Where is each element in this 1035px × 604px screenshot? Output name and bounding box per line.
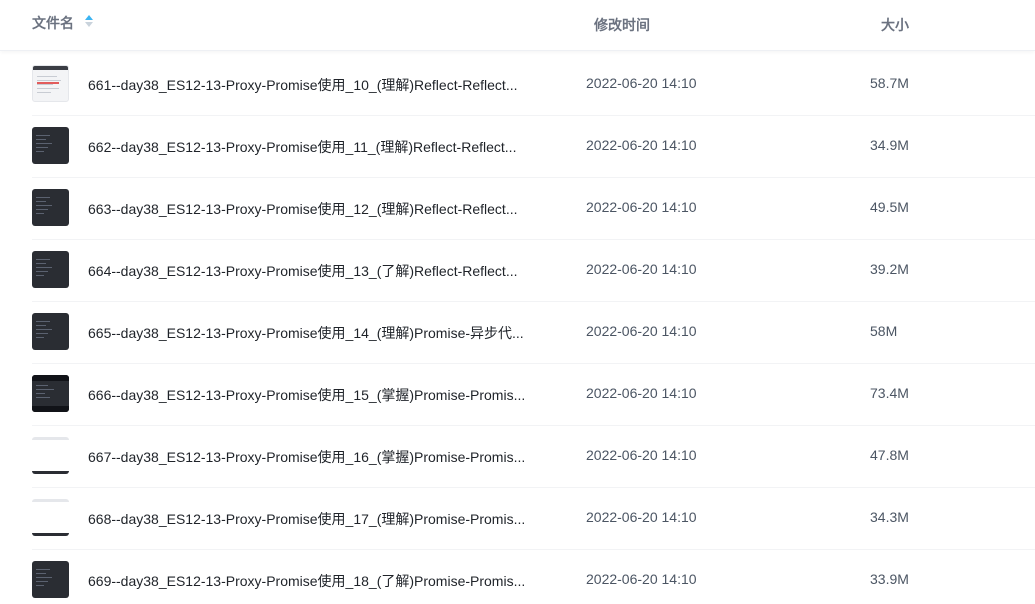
list-header: 文件名 修改时间 大小	[0, 0, 1035, 51]
file-row[interactable]: 666--day38_ES12-13-Proxy-Promise使用_15_(掌…	[32, 364, 1035, 426]
file-modified-time: 2022-06-20 14:10	[586, 199, 697, 215]
file-name-link[interactable]: 665--day38_ES12-13-Proxy-Promise使用_14_(理…	[88, 323, 524, 343]
file-modified-time: 2022-06-20 14:10	[586, 447, 697, 463]
file-row[interactable]: 667--day38_ES12-13-Proxy-Promise使用_16_(掌…	[32, 426, 1035, 488]
video-thumbnail-icon[interactable]	[32, 251, 69, 288]
file-modified-time: 2022-06-20 14:10	[586, 75, 697, 91]
file-name-link[interactable]: 664--day38_ES12-13-Proxy-Promise使用_13_(了…	[88, 261, 518, 281]
file-name-link[interactable]: 661--day38_ES12-13-Proxy-Promise使用_10_(理…	[88, 75, 518, 95]
column-header-modified-time[interactable]: 修改时间	[594, 15, 650, 35]
file-rows: 661--day38_ES12-13-Proxy-Promise使用_10_(理…	[0, 54, 1035, 604]
video-thumbnail-icon[interactable]	[32, 189, 69, 226]
file-name-link[interactable]: 667--day38_ES12-13-Proxy-Promise使用_16_(掌…	[88, 447, 525, 467]
video-thumbnail-icon[interactable]	[32, 65, 69, 102]
file-size: 58.7M	[870, 75, 909, 91]
file-name-link[interactable]: 663--day38_ES12-13-Proxy-Promise使用_12_(理…	[88, 199, 518, 219]
file-row[interactable]: 665--day38_ES12-13-Proxy-Promise使用_14_(理…	[32, 302, 1035, 364]
file-size: 47.8M	[870, 447, 909, 463]
file-size: 34.9M	[870, 137, 909, 153]
file-size: 34.3M	[870, 509, 909, 525]
video-thumbnail-icon[interactable]	[32, 437, 69, 474]
file-size: 73.4M	[870, 385, 909, 401]
file-modified-time: 2022-06-20 14:10	[586, 323, 697, 339]
video-thumbnail-icon[interactable]	[32, 499, 69, 536]
file-size: 39.2M	[870, 261, 909, 277]
file-row[interactable]: 664--day38_ES12-13-Proxy-Promise使用_13_(了…	[32, 240, 1035, 302]
column-header-name-label: 文件名	[32, 15, 74, 31]
column-header-size[interactable]: 大小	[881, 15, 909, 35]
file-size: 49.5M	[870, 199, 909, 215]
file-modified-time: 2022-06-20 14:10	[586, 571, 697, 587]
video-thumbnail-icon[interactable]	[32, 313, 69, 350]
file-row[interactable]: 662--day38_ES12-13-Proxy-Promise使用_11_(理…	[32, 116, 1035, 178]
file-row[interactable]: 663--day38_ES12-13-Proxy-Promise使用_12_(理…	[32, 178, 1035, 240]
file-name-link[interactable]: 666--day38_ES12-13-Proxy-Promise使用_15_(掌…	[88, 385, 525, 405]
file-name-link[interactable]: 668--day38_ES12-13-Proxy-Promise使用_17_(理…	[88, 509, 525, 529]
video-thumbnail-icon[interactable]	[32, 561, 69, 598]
file-row[interactable]: 668--day38_ES12-13-Proxy-Promise使用_17_(理…	[32, 488, 1035, 550]
file-row[interactable]: 661--day38_ES12-13-Proxy-Promise使用_10_(理…	[32, 54, 1035, 116]
file-size: 58M	[870, 323, 898, 339]
file-name-link[interactable]: 662--day38_ES12-13-Proxy-Promise使用_11_(理…	[88, 137, 516, 157]
file-name-link[interactable]: 669--day38_ES12-13-Proxy-Promise使用_18_(了…	[88, 571, 525, 591]
file-modified-time: 2022-06-20 14:10	[586, 509, 697, 525]
file-modified-time: 2022-06-20 14:10	[586, 385, 697, 401]
file-modified-time: 2022-06-20 14:10	[586, 261, 697, 277]
file-row[interactable]: 669--day38_ES12-13-Proxy-Promise使用_18_(了…	[32, 550, 1035, 604]
video-thumbnail-icon[interactable]	[32, 127, 69, 164]
sort-ascending-icon[interactable]	[84, 14, 94, 28]
file-modified-time: 2022-06-20 14:10	[586, 137, 697, 153]
video-thumbnail-icon[interactable]	[32, 375, 69, 412]
file-size: 33.9M	[870, 571, 909, 587]
column-header-name[interactable]: 文件名	[32, 13, 94, 33]
file-list: 文件名 修改时间 大小 661--day38_ES12-13-Proxy-Pro…	[0, 0, 1035, 604]
